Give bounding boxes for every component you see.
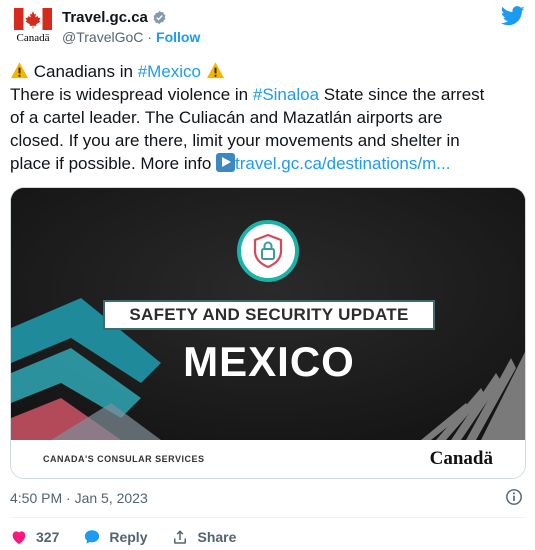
heart-icon <box>12 531 26 545</box>
country-title: MEXICO <box>183 338 355 385</box>
tweet-line-3: of a cartel leader. The Culiacán and Maz… <box>10 108 443 127</box>
verified-badge-icon <box>153 10 166 25</box>
reply-button[interactable]: Reply <box>83 528 147 546</box>
card-image[interactable]: SAFETY AND SECURITY UPDATE MEXICO <box>11 188 525 440</box>
warning-icon <box>10 62 29 79</box>
share-label: Share <box>197 529 237 545</box>
twitter-logo-icon[interactable] <box>501 6 525 26</box>
divider <box>10 517 525 518</box>
canada-wordmark: Canadä <box>429 448 493 469</box>
hashtag-mexico[interactable]: #Mexico <box>138 62 201 81</box>
tweet-line-2-suffix: State since the arrest <box>319 85 485 104</box>
tweet-line-1: Canadians in #Mexico <box>10 60 525 83</box>
tweet-line-4: closed. If you are there, limit your mov… <box>10 131 460 150</box>
tweet-line-5-prefix: place if possible. More info <box>10 154 216 173</box>
reply-label: Reply <box>109 529 148 545</box>
more-info-link[interactable]: travel.gc.ca/destinations/m... <box>235 154 450 173</box>
play-button-icon <box>216 153 235 172</box>
safety-banner: SAFETY AND SECURITY UPDATE <box>103 300 435 330</box>
tweet-text: Canadians in #Mexico There is widespread… <box>10 60 525 175</box>
tweet-timestamp[interactable]: 4:50 PM · Jan 5, 2023 <box>10 490 148 506</box>
account-name[interactable]: Travel.gc.ca <box>62 9 148 26</box>
separator-dot: · <box>147 29 153 45</box>
reply-icon <box>85 530 100 544</box>
card-footer: CANADA'S CONSULAR SERVICES Canadä <box>11 440 525 478</box>
account-avatar[interactable]: Canadä <box>10 8 56 48</box>
shield-lock-icon <box>253 233 283 269</box>
follow-button[interactable]: Follow <box>156 29 200 45</box>
share-icon <box>174 530 187 544</box>
media-card[interactable]: SAFETY AND SECURITY UPDATE MEXICO CANADA… <box>10 187 526 479</box>
logo-wordmark: Canadä <box>16 32 50 44</box>
info-icon[interactable] <box>505 488 523 506</box>
warning-icon <box>206 62 224 79</box>
hashtag-sinaloa[interactable]: #Sinaloa <box>253 85 319 104</box>
tweet-line-2-prefix: There is widespread violence in <box>10 85 253 104</box>
tweet-line-1-text: Canadians in <box>33 62 138 81</box>
shield-emblem <box>237 220 299 282</box>
tweet-line-2: There is widespread violence in #Sinaloa… <box>10 83 525 106</box>
like-count: 327 <box>36 529 60 545</box>
action-bar: 327 Reply Share <box>10 528 260 546</box>
like-button[interactable]: 327 <box>10 528 59 546</box>
consular-services-label: CANADA'S CONSULAR SERVICES <box>43 454 205 464</box>
canada-flag-icon <box>14 8 52 30</box>
tweet-line-5: place if possible. More info travel.gc.c… <box>10 152 525 175</box>
tweet-header: Canadä Travel.gc.ca @TravelGoC · Follow <box>10 6 525 48</box>
share-button[interactable]: Share <box>171 528 236 546</box>
account-handle[interactable]: @TravelGoC <box>62 29 143 45</box>
